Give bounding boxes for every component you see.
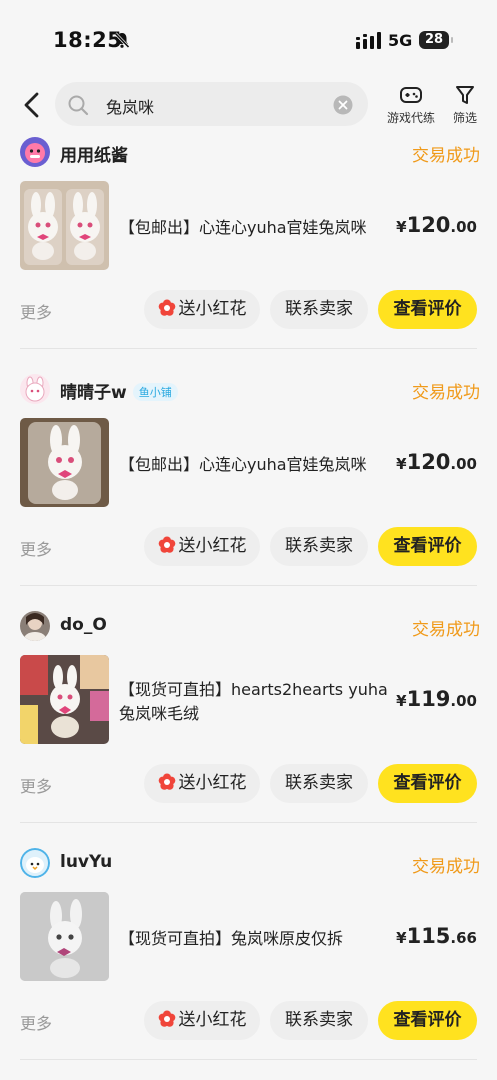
product-title[interactable]: 【包邮出】心连心yuha官娃兔岚咪 xyxy=(119,453,397,477)
view-review-button[interactable]: 查看评价 xyxy=(378,1001,477,1040)
divider xyxy=(20,1059,477,1060)
contact-seller-button[interactable]: 联系卖家 xyxy=(270,290,368,329)
price-integer: 119 xyxy=(406,687,451,711)
product-price: ¥115.66 xyxy=(396,924,477,948)
clear-icon[interactable] xyxy=(333,95,353,115)
game-boost-button[interactable]: 游戏代练 xyxy=(385,84,437,126)
seller-avatar[interactable] xyxy=(20,137,50,167)
seller-row[interactable]: do_O 交易成功 xyxy=(20,611,480,641)
product-title[interactable]: 【现货可直拍】兔岚咪原皮仅拆 xyxy=(119,927,397,951)
order-card: do_O 交易成功 【现货可直拍】hearts2hearts yuha兔岚咪毛绒… xyxy=(0,611,497,848)
seller-avatar[interactable] xyxy=(20,848,50,878)
send-flower-button[interactable]: 送小红花 xyxy=(144,290,260,329)
product-image[interactable] xyxy=(20,418,109,507)
seller-name-text: 晴晴子w xyxy=(60,383,127,403)
flower-icon xyxy=(158,1010,175,1027)
send-flower-label: 送小红花 xyxy=(178,536,247,556)
price-currency: ¥ xyxy=(396,455,407,473)
filter-button[interactable]: 筛选 xyxy=(446,84,484,126)
divider xyxy=(20,348,477,349)
back-arrow-icon[interactable] xyxy=(20,90,44,120)
send-flower-button[interactable]: 送小红花 xyxy=(144,1001,260,1040)
more-link[interactable]: 更多 xyxy=(20,773,52,797)
flower-icon xyxy=(158,299,175,316)
status-bar: 18:25 5G 28 xyxy=(0,0,497,80)
seller-row[interactable]: 用用纸酱 交易成功 xyxy=(20,137,480,167)
product-title[interactable]: 【包邮出】心连心yuha官娃兔岚咪 xyxy=(119,216,397,240)
view-review-button[interactable]: 查看评价 xyxy=(378,764,477,803)
contact-seller-button[interactable]: 联系卖家 xyxy=(270,1001,368,1040)
order-status: 交易成功 xyxy=(412,146,480,166)
price-currency: ¥ xyxy=(396,692,407,710)
status-time: 18:25 xyxy=(53,28,123,52)
order-status: 交易成功 xyxy=(412,383,480,403)
top-bar: 兔岚咪 游戏代练 筛选 xyxy=(0,80,497,130)
signal-icon xyxy=(356,32,381,49)
order-card: 用用纸酱 交易成功 【包邮出】心连心yuha官娃兔岚咪 ¥120.00 更多 送… xyxy=(0,137,497,374)
seller-row[interactable]: 晴晴子w 鱼小铺 交易成功 xyxy=(20,374,480,404)
flower-icon xyxy=(158,536,175,553)
seller-name: luvYu xyxy=(60,852,113,872)
price-integer: 120 xyxy=(406,213,451,237)
filter-label: 筛选 xyxy=(452,111,477,125)
price-decimal: .00 xyxy=(450,692,477,710)
product-price: ¥120.00 xyxy=(396,450,477,474)
gamepad-icon xyxy=(400,87,422,103)
contact-seller-button[interactable]: 联系卖家 xyxy=(270,527,368,566)
seller-avatar[interactable] xyxy=(20,611,50,641)
send-flower-label: 送小红花 xyxy=(178,773,247,793)
network-label: 5G xyxy=(388,31,413,50)
order-card: 晴晴子w 鱼小铺 交易成功 【包邮出】心连心yuha官娃兔岚咪 ¥120.00 更… xyxy=(0,374,497,611)
send-flower-button[interactable]: 送小红花 xyxy=(144,764,260,803)
search-input[interactable]: 兔岚咪 xyxy=(55,82,368,126)
filter-icon xyxy=(456,86,474,104)
more-link[interactable]: 更多 xyxy=(20,536,52,560)
seller-avatar[interactable] xyxy=(20,374,50,404)
seller-name: 用用纸酱 xyxy=(60,146,128,166)
battery-indicator: 28 xyxy=(419,31,453,49)
price-integer: 120 xyxy=(406,450,451,474)
product-title[interactable]: 【现货可直拍】hearts2hearts yuha兔岚咪毛绒 xyxy=(119,678,397,726)
price-decimal: .00 xyxy=(450,455,477,473)
product-image[interactable] xyxy=(20,181,109,270)
seller-name: do_O xyxy=(60,615,107,635)
flower-icon xyxy=(158,773,175,790)
shop-badge[interactable]: 鱼小铺 xyxy=(132,383,178,401)
product-price: ¥119.00 xyxy=(396,687,477,711)
send-flower-button[interactable]: 送小红花 xyxy=(144,527,260,566)
search-icon xyxy=(68,95,89,116)
price-integer: 115 xyxy=(406,924,451,948)
view-review-button[interactable]: 查看评价 xyxy=(378,290,477,329)
product-image[interactable] xyxy=(20,892,109,981)
seller-row[interactable]: luvYu 交易成功 xyxy=(20,848,480,878)
contact-seller-button[interactable]: 联系卖家 xyxy=(270,764,368,803)
order-status: 交易成功 xyxy=(412,620,480,640)
view-review-button[interactable]: 查看评价 xyxy=(378,527,477,566)
price-currency: ¥ xyxy=(396,218,407,236)
divider xyxy=(20,822,477,823)
send-flower-label: 送小红花 xyxy=(178,299,247,319)
divider xyxy=(20,585,477,586)
more-link[interactable]: 更多 xyxy=(20,299,52,323)
bell-muted-icon xyxy=(114,32,130,49)
send-flower-label: 送小红花 xyxy=(178,1010,247,1030)
order-card: luvYu 交易成功 【现货可直拍】兔岚咪原皮仅拆 ¥115.66 更多 送小红… xyxy=(0,848,497,1080)
price-decimal: .66 xyxy=(450,929,477,947)
product-price: ¥120.00 xyxy=(396,213,477,237)
more-link[interactable]: 更多 xyxy=(20,1010,52,1034)
order-status: 交易成功 xyxy=(412,857,480,877)
price-currency: ¥ xyxy=(396,929,407,947)
seller-name: 晴晴子w 鱼小铺 xyxy=(60,378,178,403)
price-decimal: .00 xyxy=(450,218,477,236)
game-boost-label: 游戏代练 xyxy=(386,111,435,125)
search-query: 兔岚咪 xyxy=(106,98,155,117)
product-image[interactable] xyxy=(20,655,109,744)
